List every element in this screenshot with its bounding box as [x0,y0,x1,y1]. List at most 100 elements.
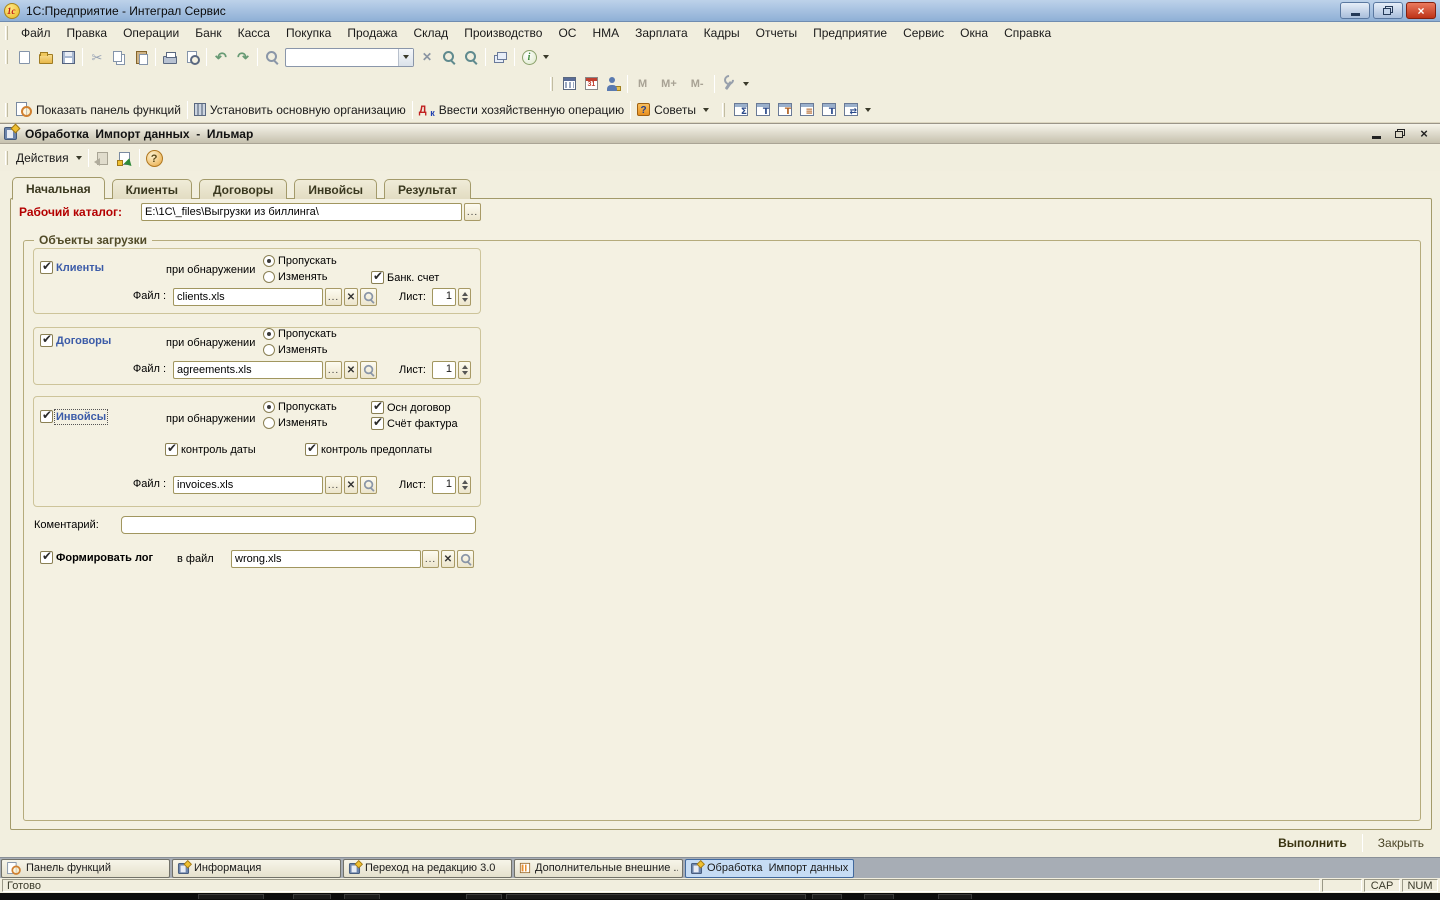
clients-skip-radio[interactable] [263,255,275,267]
tips-button[interactable]: Советы [634,99,712,121]
memory-subtract-button[interactable]: M- [684,73,711,95]
find-prev-button[interactable] [460,46,482,68]
save-values-button[interactable] [114,147,136,169]
menu-windows[interactable]: Окна [952,22,996,44]
invoices-file-browse-button[interactable]: ... [325,476,342,494]
invoices-label[interactable]: Инвойсы [56,411,106,423]
log-file-clear-button[interactable]: ✕ [441,550,455,568]
cut-button[interactable]: ✂ [86,46,108,68]
log-label[interactable]: Формировать лог [56,552,153,564]
clients-change-radio[interactable] [263,271,275,283]
calculator-button[interactable] [558,73,580,95]
info-button[interactable] [518,46,540,68]
invoices-skip-label[interactable]: Пропускать [278,401,337,413]
help-button[interactable] [143,147,166,169]
toolbar-grip[interactable] [550,77,553,91]
clients-sheet-value[interactable]: 1 [432,288,456,306]
invoice-factura-label[interactable]: Счёт фактура [387,418,458,430]
clients-file-input[interactable] [173,288,323,306]
tab-result[interactable]: Результат [384,179,471,199]
enter-operation-button[interactable]: Ввести хозяйственную операцию [416,99,627,121]
menu-service[interactable]: Сервис [895,22,952,44]
toolbar-options-caret[interactable] [743,82,749,86]
mdi-close-button[interactable]: × [1416,127,1432,141]
actions-menu-button[interactable]: Действия [13,147,85,169]
agreements-change-label[interactable]: Изменять [278,344,327,356]
run-button[interactable]: Выполнить [1266,832,1359,854]
toolbar-options-caret[interactable] [865,108,871,112]
clients-file-clear-button[interactable]: ✕ [344,288,358,306]
invoices-sheet-spinner[interactable] [458,476,471,494]
clients-label[interactable]: Клиенты [56,262,104,274]
clients-file-browse-button[interactable]: ... [325,288,342,306]
bank-account-checkbox[interactable] [371,271,384,284]
clients-sheet-spinner[interactable] [458,288,471,306]
taskbar-information[interactable]: Информация [172,859,341,878]
agreements-sheet-spinner[interactable] [458,361,471,379]
taskbar-data-import[interactable]: Обработка Импорт данных... [685,859,854,878]
undo-button[interactable]: ↶ [210,46,232,68]
main-contract-label[interactable]: Осн договор [387,402,451,414]
table-t-button[interactable] [752,99,774,121]
log-file-browse-button[interactable]: ... [422,550,439,568]
menu-file[interactable]: Файл [13,22,59,44]
toolbar-grip[interactable] [5,151,8,165]
paste-button[interactable] [130,46,152,68]
open-button[interactable] [35,46,57,68]
menu-purchase[interactable]: Покупка [278,22,339,44]
log-file-open-button[interactable] [457,550,474,568]
clients-skip-label[interactable]: Пропускать [278,255,337,267]
search-dropdown-button[interactable] [398,49,413,66]
toolbar-grip[interactable] [5,103,8,117]
taskbar-edition-transition[interactable]: Переход на редакцию 3.0 [343,859,512,878]
menu-hr[interactable]: Кадры [696,22,748,44]
log-file-input[interactable] [231,550,421,568]
redo-button[interactable]: ↷ [232,46,254,68]
date-control-label[interactable]: контроль даты [181,444,256,456]
settings-button[interactable] [718,73,740,95]
person-t-button[interactable] [774,99,796,121]
invoices-sheet-value[interactable]: 1 [432,476,456,494]
prepay-control-checkbox[interactable] [305,443,318,456]
bank-account-label[interactable]: Банк. счет [387,272,439,284]
windows-list-button[interactable] [489,46,511,68]
agreements-file-input[interactable] [173,361,323,379]
tab-agreements[interactable]: Договоры [199,179,287,199]
work-dir-browse-button[interactable]: ... [464,203,481,221]
log-checkbox[interactable] [40,551,53,564]
restore-values-button[interactable] [92,147,114,169]
copy-button[interactable] [108,46,130,68]
invoices-file-input[interactable] [173,476,323,494]
menu-production[interactable]: Производство [456,22,550,44]
toolbar-grip[interactable] [5,26,8,40]
invoices-change-label[interactable]: Изменять [278,417,327,429]
menu-salary[interactable]: Зарплата [627,22,696,44]
invoices-skip-radio[interactable] [263,401,275,413]
clients-change-label[interactable]: Изменять [278,271,327,283]
tab-invoices[interactable]: Инвойсы [294,179,377,199]
toolbar-options-caret[interactable] [543,55,549,59]
search-combobox[interactable] [285,48,414,67]
agreements-file-clear-button[interactable]: ✕ [344,361,358,379]
close-form-button[interactable]: Закрыть [1366,832,1436,854]
print-button[interactable] [159,46,181,68]
mdi-minimize-button[interactable] [1368,127,1384,141]
work-dir-input[interactable] [141,203,462,221]
find-button[interactable] [261,46,283,68]
find-next-button[interactable] [438,46,460,68]
main-contract-checkbox[interactable] [371,401,384,414]
memory-add-button[interactable]: M+ [654,73,684,95]
agreements-change-radio[interactable] [263,344,275,356]
menu-sale[interactable]: Продажа [339,22,405,44]
tab-initial[interactable]: Начальная [12,177,105,200]
calendar-button[interactable] [580,73,602,95]
comment-input[interactable] [121,516,476,534]
menu-operations[interactable]: Операции [115,22,187,44]
user-permissions-button[interactable] [602,73,624,95]
agreements-sheet-value[interactable]: 1 [432,361,456,379]
invoices-file-open-button[interactable] [360,476,377,494]
set-main-organization-button[interactable]: Установить основную организацию [191,99,409,121]
print-preview-button[interactable] [181,46,203,68]
totals-table-button[interactable] [730,99,752,121]
date-control-checkbox[interactable] [165,443,178,456]
